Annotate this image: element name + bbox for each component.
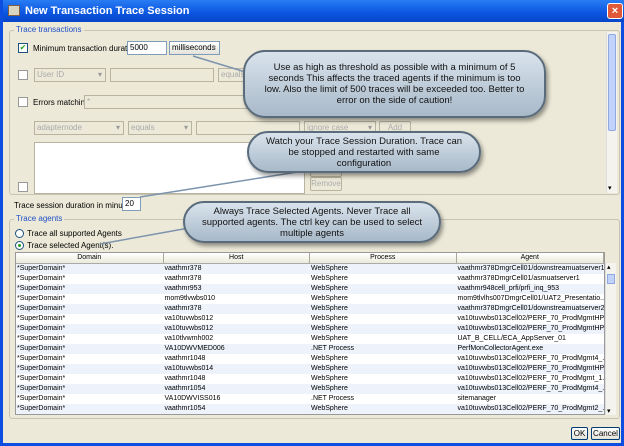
callout-min-duration: Use as high as threshold as possible wit… — [243, 50, 546, 118]
callout-pointer-2 — [139, 169, 311, 198]
callout-trace-agents: Always Trace Selected Agents. Never Trac… — [183, 201, 441, 243]
callout-session-duration: Watch your Trace Session Duration. Trace… — [247, 131, 481, 173]
